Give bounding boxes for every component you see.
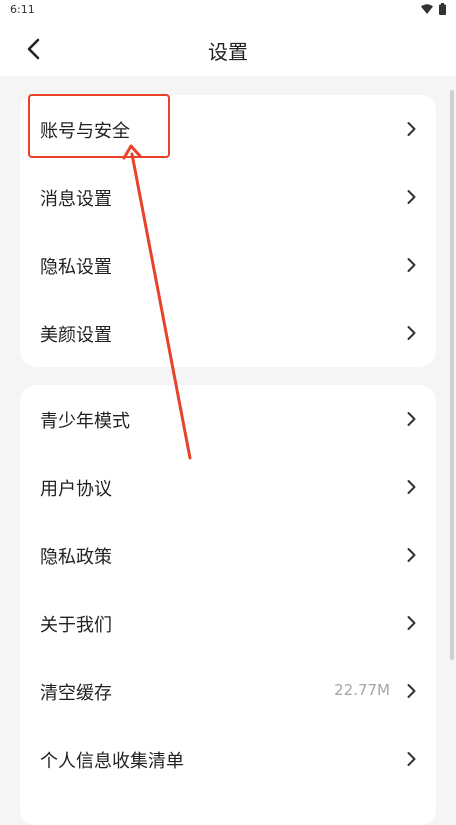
chevron-right-icon (407, 548, 416, 562)
menu-item-label: 美颜设置 (40, 325, 112, 346)
menu-item-message-settings[interactable]: 消息设置 (20, 163, 436, 231)
chevron-right-icon (407, 326, 416, 340)
menu-item-clear-cache[interactable]: 清空缓存 22.77M (20, 657, 436, 725)
status-bar: 6:11 (0, 0, 456, 22)
menu-item-privacy-settings[interactable]: 隐私设置 (20, 231, 436, 299)
chevron-right-icon (407, 616, 416, 630)
chevron-right-icon (407, 480, 416, 494)
menu-item-label: 个人信息收集清单 (40, 751, 184, 772)
menu-item-label: 青少年模式 (40, 411, 130, 432)
page-title: 设置 (208, 40, 248, 64)
menu-item-beauty-settings[interactable]: 美颜设置 (20, 299, 436, 367)
chevron-right-icon (407, 412, 416, 426)
chevron-right-icon (407, 258, 416, 272)
menu-item-label: 隐私设置 (40, 257, 112, 278)
settings-group-2: 青少年模式 用户协议 隐私政策 关于我们 清空缓存 22.77M 个人信息收集清… (20, 385, 436, 825)
app-bar: 设置 (0, 22, 456, 76)
chevron-right-icon (407, 752, 416, 766)
status-icons (421, 3, 446, 15)
cache-size-value: 22.77M (334, 681, 390, 699)
wifi-icon (421, 4, 433, 14)
menu-item-label: 消息设置 (40, 189, 112, 210)
menu-item-privacy-policy[interactable]: 隐私政策 (20, 521, 436, 589)
scrollbar[interactable] (450, 90, 454, 660)
battery-icon (439, 3, 446, 15)
chevron-right-icon (407, 684, 416, 698)
chevron-right-icon (407, 190, 416, 204)
menu-item-label: 隐私政策 (40, 547, 112, 568)
menu-item-label: 用户协议 (40, 479, 112, 500)
highlight-box-annotation (28, 94, 170, 158)
menu-item-label: 关于我们 (40, 615, 112, 636)
menu-item-about-us[interactable]: 关于我们 (20, 589, 436, 657)
chevron-right-icon (407, 122, 416, 136)
menu-item-personal-info-list[interactable]: 个人信息收集清单 (20, 725, 436, 793)
status-time: 6:11 (10, 3, 35, 16)
menu-item-user-agreement[interactable]: 用户协议 (20, 453, 436, 521)
menu-item-label: 清空缓存 (40, 683, 112, 704)
menu-item-teen-mode[interactable]: 青少年模式 (20, 385, 436, 453)
